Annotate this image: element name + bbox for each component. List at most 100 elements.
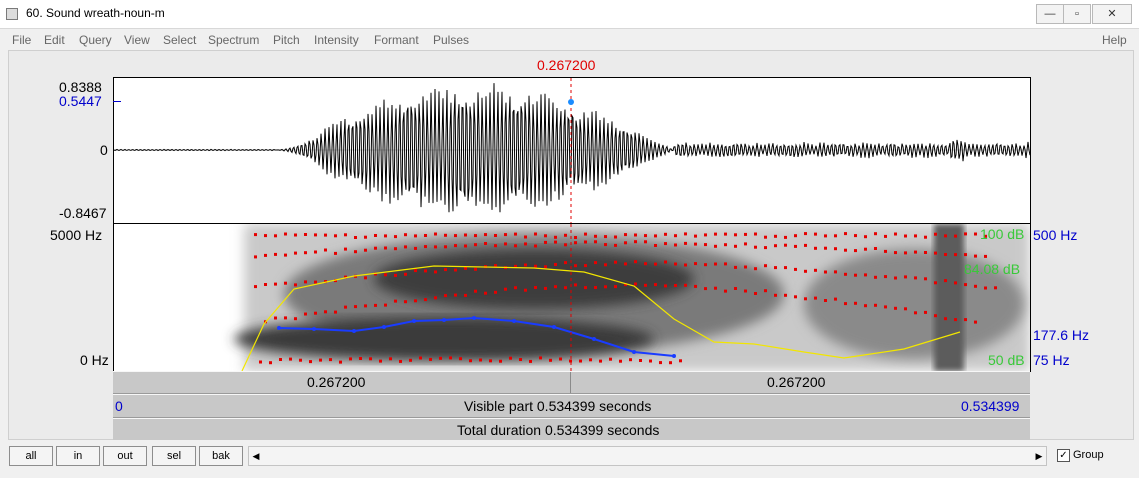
menu-edit[interactable]: Edit [44, 33, 65, 47]
formant-dot [974, 254, 977, 258]
formant-dot [544, 265, 547, 269]
formant-dot [594, 234, 597, 238]
menu-spectrum[interactable]: Spectrum [208, 33, 259, 47]
formant-dot [429, 357, 432, 361]
zoom-out-button[interactable]: out [103, 446, 147, 466]
formant-dot [474, 234, 477, 238]
formant-dot [494, 290, 497, 294]
formant-dot [559, 357, 562, 361]
zoom-back-button[interactable]: bak [199, 446, 243, 466]
formant-dot [574, 283, 577, 287]
formant-dot [279, 358, 282, 361]
formant-dot [584, 264, 587, 268]
menu-file[interactable]: File [12, 33, 31, 47]
right-segment[interactable]: 0.267200 [571, 372, 1030, 393]
formant-dot [399, 359, 402, 363]
formant-dot [704, 287, 707, 291]
time-scrollbar[interactable]: ◀ ▶ [248, 446, 1047, 466]
waveform-min-label: -0.8467 [59, 205, 107, 221]
formant-dot [344, 247, 347, 251]
menu-pulses[interactable]: Pulses [433, 33, 469, 47]
left-segment[interactable]: 0.267200 [113, 372, 570, 393]
formant-dot [534, 286, 537, 289]
formant-dot [754, 245, 757, 249]
zoom-selection-button[interactable]: sel [152, 446, 196, 466]
formant-dot [714, 286, 717, 290]
zoom-in-button[interactable]: in [56, 446, 100, 466]
formant-dot [764, 235, 767, 239]
formant-dot [714, 232, 717, 236]
formant-dot [674, 243, 677, 247]
menu-help[interactable]: Help [1102, 33, 1127, 47]
formant-dot [544, 240, 547, 244]
formant-dot [954, 318, 957, 322]
formant-dot [954, 281, 957, 285]
formant-dot [364, 248, 367, 252]
formant-dot [814, 296, 817, 300]
formant-dot [404, 300, 407, 304]
formant-dot [814, 246, 817, 250]
formant-dot [554, 235, 557, 239]
formant-dot [464, 244, 467, 248]
group-checkbox[interactable]: ✓ [1057, 449, 1070, 462]
formant-dot [499, 359, 502, 363]
left-segment-label: 0.267200 [307, 374, 366, 390]
formant-dot [454, 234, 457, 238]
close-button[interactable]: ✕ [1092, 4, 1132, 24]
formant-dot [794, 295, 797, 299]
formant-dot [894, 232, 897, 236]
formant-dot [514, 286, 517, 290]
formant-dot [604, 285, 607, 289]
menu-formant[interactable]: Formant [374, 33, 419, 47]
formant-dot [884, 305, 887, 309]
formant-dot [444, 294, 447, 298]
scroll-left-arrow-icon[interactable]: ◀ [249, 447, 263, 465]
formant-dot [934, 281, 937, 285]
formant-dot [934, 314, 937, 318]
formant-dot [544, 286, 547, 290]
formant-dot [384, 303, 387, 307]
minimize-button[interactable]: — [1036, 4, 1064, 24]
formant-dot [694, 242, 697, 246]
spectrogram-panel[interactable] [113, 223, 1031, 372]
formant-dot [844, 248, 847, 252]
menu-query[interactable]: Query [79, 33, 112, 47]
menu-view[interactable]: View [124, 33, 150, 47]
formant-dot [579, 359, 582, 363]
formant-dot [264, 283, 267, 286]
formant-dot [694, 234, 697, 238]
pitch-point [312, 327, 316, 331]
maximize-button[interactable]: ▫ [1063, 4, 1091, 24]
formant-dot [624, 241, 627, 245]
formant-dot [524, 263, 527, 267]
waveform-svg [114, 78, 1030, 223]
scroll-right-arrow-icon[interactable]: ▶ [1032, 447, 1046, 465]
menu-pitch[interactable]: Pitch [273, 33, 300, 47]
zoom-all-button[interactable]: all [9, 446, 53, 466]
formant-dot [904, 251, 907, 255]
formant-dot [264, 234, 267, 238]
formant-dot [464, 293, 467, 297]
formant-dot [664, 232, 667, 236]
formant-dot [359, 357, 362, 360]
formant-dot [324, 248, 327, 252]
formant-dot [964, 232, 967, 236]
pitch-point [352, 329, 356, 333]
menu-select[interactable]: Select [163, 33, 196, 47]
freq-top-label: 5000 Hz [50, 227, 103, 243]
formant-dot [404, 245, 407, 249]
title-bar: 60. Sound wreath-noun-m — ▫ ✕ [0, 0, 1139, 29]
formant-dot [804, 269, 807, 273]
formant-dot [304, 233, 307, 236]
visible-part-bar[interactable]: Visible part 0.534399 seconds [113, 394, 1030, 418]
cursor-value-marker [568, 99, 574, 105]
formant-dot [614, 235, 617, 239]
menu-intensity[interactable]: Intensity [314, 33, 359, 47]
formant-dot [704, 233, 707, 237]
formant-dot [644, 262, 647, 266]
formant-dot [784, 243, 787, 247]
waveform-panel[interactable] [113, 77, 1031, 224]
formant-dot [294, 251, 297, 255]
formant-dot [624, 233, 627, 237]
total-duration-bar[interactable]: Total duration 0.534399 seconds [113, 418, 1030, 441]
